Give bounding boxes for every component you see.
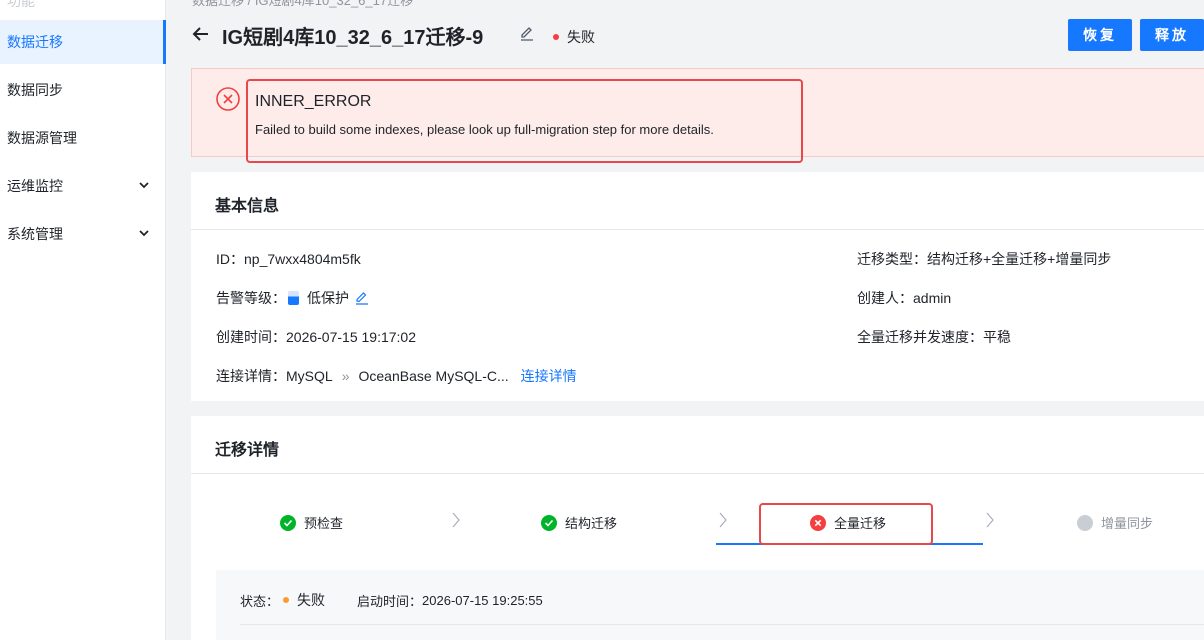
sidebar-item-system-management[interactable]: 系统管理	[0, 212, 166, 256]
connection-source: MySQL	[286, 368, 333, 384]
error-circle-icon	[216, 87, 240, 111]
info-created-time: 创建时间： 2026-07-15 19:17:02	[216, 327, 416, 347]
release-button[interactable]: 释放	[1140, 19, 1204, 51]
step-status-row: 状态： 失败 启动时间： 2026-07-15 19:25:55	[240, 590, 543, 610]
breadcrumb[interactable]: 数据迁移 / IG短剧4库10_32_6_17迁移	[192, 0, 413, 9]
divider	[191, 473, 1204, 474]
sidebar-item-datasource-management[interactable]: 数据源管理	[0, 116, 166, 160]
speed-label: 全量迁移并发速度：	[857, 329, 983, 345]
chevron-right-icon	[719, 512, 727, 528]
basic-info-title: 基本信息	[215, 198, 280, 215]
info-alert-level: 告警等级： 低保护	[216, 288, 369, 308]
check-circle-icon	[280, 514, 296, 531]
id-value: np_7wxx4804m5fk	[244, 251, 361, 267]
sidebar-item-label: 系统管理	[7, 226, 63, 242]
error-highlight-box	[246, 79, 803, 163]
back-arrow-icon[interactable]	[190, 23, 212, 45]
alert-level-label: 告警等级：	[216, 290, 286, 306]
sidebar-item-label: 运维监控	[7, 178, 63, 194]
pending-circle-icon	[1077, 514, 1093, 531]
divider	[240, 624, 1204, 625]
edit-icon[interactable]	[355, 291, 369, 305]
migration-type-label: 迁移类型：	[857, 251, 927, 267]
created-label: 创建时间：	[216, 329, 286, 345]
sidebar-top-fragment: 功能	[7, 0, 35, 9]
chevron-right-icon	[986, 512, 994, 528]
info-concurrency-speed: 全量迁移并发速度： 平稳	[857, 327, 1011, 347]
step-label: 结构迁移	[565, 516, 618, 531]
step-status-value: 失败	[297, 592, 326, 608]
restore-button[interactable]: 恢复	[1068, 19, 1132, 51]
sidebar-item-ops-monitoring[interactable]: 运维监控	[0, 164, 166, 208]
status-badge: 失败	[553, 27, 595, 47]
step-status-label: 状态：	[240, 593, 280, 609]
status-dot	[283, 597, 290, 603]
id-label: ID：	[216, 251, 244, 267]
step-label: 全量迁移	[834, 516, 887, 531]
alert-level-value: 低保护	[307, 290, 349, 306]
error-message: Failed to build some indexes, please loo…	[255, 122, 714, 137]
sidebar-item-label: 数据迁移	[7, 34, 63, 50]
sidebar: 功能 数据迁移 数据同步 数据源管理 运维监控 系统管理	[0, 0, 166, 640]
double-chevron-right-icon: »	[341, 368, 350, 384]
divider	[191, 229, 1204, 230]
created-value: 2026-07-15 19:17:02	[286, 329, 416, 345]
step-incremental-sync[interactable]: 增量同步	[1077, 513, 1153, 532]
step-schema-migration[interactable]: 结构迁移	[541, 513, 617, 532]
connection-label: 连接详情：	[216, 368, 286, 384]
error-code: INNER_ERROR	[255, 93, 372, 110]
speed-value: 平稳	[983, 329, 1011, 345]
step-label: 增量同步	[1101, 516, 1154, 531]
step-full-migration[interactable]: 全量迁移	[810, 513, 886, 532]
error-circle-icon	[810, 514, 826, 531]
status-dot	[553, 34, 559, 40]
info-migration-type: 迁移类型： 结构迁移+全量迁移+增量同步	[857, 249, 1111, 269]
sidebar-item-label: 数据同步	[7, 82, 63, 98]
check-circle-icon	[541, 514, 557, 531]
info-id: ID： np_7wxx4804m5fk	[216, 249, 361, 269]
creator-label: 创建人：	[857, 290, 913, 306]
sidebar-item-label: 数据源管理	[7, 130, 77, 146]
alert-level-icon	[288, 291, 299, 305]
connection-target: OceanBase MySQL-C...	[358, 368, 509, 384]
creator-value: admin	[913, 290, 952, 306]
chevron-down-icon	[139, 182, 149, 189]
page-title: IG短剧4库10_32_6_17迁移-9	[222, 27, 484, 49]
sidebar-item-data-migration[interactable]: 数据迁移	[0, 20, 166, 64]
edit-icon[interactable]	[519, 25, 535, 41]
start-time-value: 2026-07-15 19:25:55	[422, 592, 543, 608]
info-creator: 创建人： admin	[857, 288, 951, 308]
step-precheck[interactable]: 预检查	[280, 513, 343, 532]
chevron-down-icon	[139, 230, 149, 237]
status-text: 失败	[567, 29, 595, 45]
info-connection: 连接详情： MySQL » OceanBase MySQL-C... 连接详情	[216, 366, 577, 386]
connection-details-link[interactable]: 连接详情	[521, 366, 577, 386]
migration-type-value: 结构迁移+全量迁移+增量同步	[927, 251, 1112, 267]
chevron-right-icon	[452, 512, 460, 528]
start-time-label: 启动时间：	[357, 593, 423, 609]
step-label: 预检查	[304, 516, 344, 531]
migration-details-title: 迁移详情	[215, 442, 280, 459]
sidebar-item-data-sync[interactable]: 数据同步	[0, 68, 166, 112]
